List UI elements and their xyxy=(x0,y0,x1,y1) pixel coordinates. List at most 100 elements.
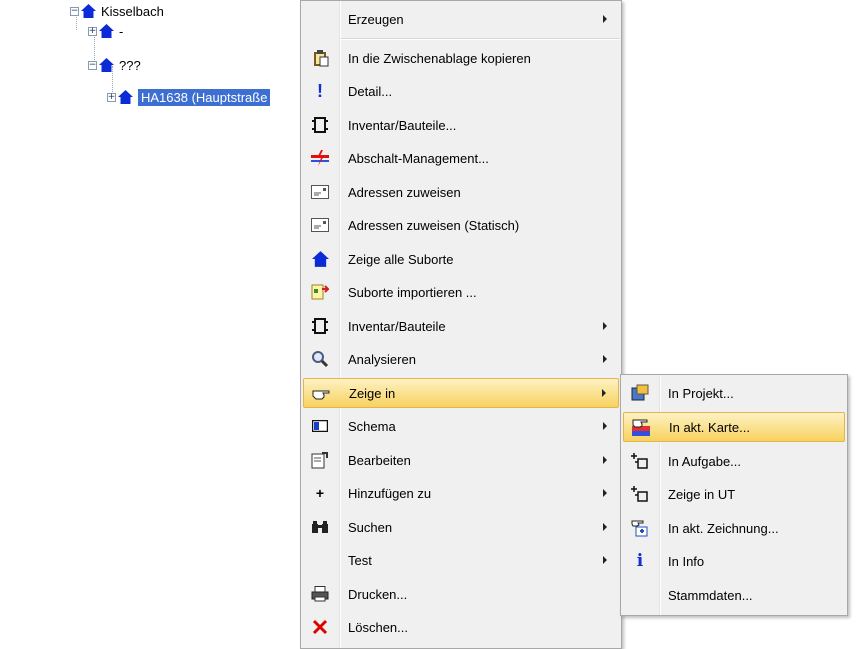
submenu-item-projekt[interactable]: In Projekt... xyxy=(623,378,845,408)
menu-item-bearbeiten[interactable]: Bearbeiten xyxy=(303,445,619,475)
menu-item-label: In die Zwischenablage kopieren xyxy=(348,50,531,66)
tree-node-unknown[interactable]: − ??? xyxy=(88,54,141,76)
menu-item-adressen-statisch[interactable]: Adressen zuweisen (Statisch) xyxy=(303,210,619,240)
collapse-icon[interactable]: − xyxy=(70,6,79,16)
import-icon xyxy=(310,282,330,302)
plus-icon: + xyxy=(315,485,325,501)
submenu-item-zeige-ut[interactable]: Zeige in UT xyxy=(623,479,845,509)
menu-item-suborte[interactable]: Zeige alle Suborte xyxy=(303,244,619,274)
tree-node-label: - xyxy=(119,23,124,39)
context-menu: Erzeugen In die Zwischenablage kopieren … xyxy=(300,0,622,649)
submenu-arrow-icon xyxy=(603,456,607,464)
edit-icon xyxy=(310,450,330,470)
component-icon xyxy=(310,115,330,135)
menu-item-label: Zeige in UT xyxy=(668,486,736,502)
menu-item-abschalt[interactable]: Abschalt-Management... xyxy=(303,143,619,173)
menu-item-label: Bearbeiten xyxy=(348,452,411,468)
binoculars-icon xyxy=(310,517,330,537)
location-tree: − Kisselbach + - − ??? + HA1638 (Hauptst… xyxy=(0,0,300,120)
drawing-icon xyxy=(630,518,650,538)
menu-item-inventar-dialog[interactable]: Inventar/Bauteile... xyxy=(303,110,619,140)
menu-item-label: Adressen zuweisen xyxy=(348,184,461,200)
submenu-arrow-icon xyxy=(603,355,607,363)
tree-node-kisselbach[interactable]: − Kisselbach xyxy=(70,0,164,22)
shutdown-icon xyxy=(310,148,330,168)
submenu-arrow-icon xyxy=(603,523,607,531)
menu-item-erzeugen[interactable]: Erzeugen xyxy=(303,4,619,34)
info-icon: i xyxy=(636,551,644,571)
submenu-arrow-icon xyxy=(603,322,607,330)
menu-item-label: Adressen zuweisen (Statisch) xyxy=(348,217,520,233)
menu-item-detail[interactable]: ! Detail... xyxy=(303,76,619,106)
menu-item-label: Suborte importieren ... xyxy=(348,284,477,300)
tree-node-label: Kisselbach xyxy=(101,3,164,19)
tree-node-ha1638[interactable]: + HA1638 (Hauptstraße xyxy=(107,86,271,108)
submenu-arrow-icon xyxy=(603,15,607,23)
menu-item-schema[interactable]: Schema xyxy=(303,411,619,441)
zeige-in-submenu: In Projekt... In akt. Karte... In Aufgab… xyxy=(620,374,848,616)
submenu-arrow-icon xyxy=(603,422,607,430)
menu-item-label: In Info xyxy=(668,553,705,569)
task-icon xyxy=(630,451,650,471)
address-card-icon xyxy=(310,215,330,235)
tree-node-dash[interactable]: + - xyxy=(88,20,123,42)
menu-item-label: Zeige in xyxy=(349,385,396,401)
menu-item-inventar-submenu[interactable]: Inventar/Bauteile xyxy=(303,311,619,341)
submenu-item-aufgabe[interactable]: In Aufgabe... xyxy=(623,446,845,476)
submenu-item-akt-karte[interactable]: In akt. Karte... xyxy=(623,412,845,442)
pointing-hand-icon xyxy=(311,383,331,403)
submenu-item-info[interactable]: i In Info xyxy=(623,546,845,576)
expand-icon[interactable]: + xyxy=(107,92,116,102)
menu-item-test[interactable]: Test xyxy=(303,545,619,575)
expand-icon[interactable]: + xyxy=(88,26,97,36)
schema-icon xyxy=(310,416,330,436)
menu-item-label: In Aufgabe... xyxy=(668,453,742,469)
project-icon xyxy=(630,383,650,403)
menu-item-label: Zeige alle Suborte xyxy=(348,251,454,267)
menu-item-label: Analysieren xyxy=(348,351,416,367)
menu-item-label: Erzeugen xyxy=(348,11,404,27)
menu-item-label: In Projekt... xyxy=(668,385,734,401)
house-icon xyxy=(99,58,114,72)
menu-item-label: Drucken... xyxy=(348,586,408,602)
menu-item-adressen[interactable]: Adressen zuweisen xyxy=(303,177,619,207)
menu-item-label: Inventar/Bauteile xyxy=(348,318,446,334)
printer-icon xyxy=(310,584,330,604)
house-icon xyxy=(310,249,330,269)
menu-item-label: In akt. Karte... xyxy=(669,419,750,435)
clipboard-icon xyxy=(310,48,330,68)
exclamation-icon: ! xyxy=(317,80,323,101)
submenu-arrow-icon xyxy=(603,556,607,564)
menu-item-loeschen[interactable]: Löschen... xyxy=(303,612,619,642)
menu-item-label: Test xyxy=(348,552,372,568)
menu-item-label: Detail... xyxy=(348,83,393,99)
menu-item-label: Schema xyxy=(348,418,396,434)
submenu-item-stammdaten[interactable]: Stammdaten... xyxy=(623,580,845,610)
menu-item-hinzufuegen[interactable]: + Hinzufügen zu xyxy=(303,478,619,508)
delete-x-icon xyxy=(310,617,330,637)
menu-item-suchen[interactable]: Suchen xyxy=(303,512,619,542)
menu-item-drucken[interactable]: Drucken... xyxy=(303,579,619,609)
menu-item-label: In akt. Zeichnung... xyxy=(668,520,779,536)
menu-item-zeige-in[interactable]: Zeige in xyxy=(303,378,619,408)
magnifier-icon xyxy=(310,349,330,369)
menu-item-suborte-import[interactable]: Suborte importieren ... xyxy=(303,277,619,307)
menu-separator xyxy=(341,38,619,40)
component-icon xyxy=(310,316,330,336)
menu-item-label: Stammdaten... xyxy=(668,587,753,603)
submenu-item-akt-zeichnung[interactable]: In akt. Zeichnung... xyxy=(623,513,845,543)
house-icon xyxy=(81,4,96,18)
menu-item-label: Hinzufügen zu xyxy=(348,485,432,501)
address-card-icon xyxy=(310,182,330,202)
menu-item-copy-clipboard[interactable]: In die Zwischenablage kopieren xyxy=(303,43,619,73)
collapse-icon[interactable]: − xyxy=(88,60,97,70)
tree-node-label-selected: HA1638 (Hauptstraße xyxy=(138,88,271,106)
task-icon xyxy=(630,484,650,504)
menu-item-analysieren[interactable]: Analysieren xyxy=(303,344,619,374)
menu-item-label: Abschalt-Management... xyxy=(348,150,489,166)
submenu-arrow-icon xyxy=(602,389,606,397)
tree-node-label: ??? xyxy=(119,57,141,73)
menu-item-label: Inventar/Bauteile... xyxy=(348,117,457,133)
menu-item-label: Suchen xyxy=(348,519,393,535)
submenu-arrow-icon xyxy=(603,489,607,497)
